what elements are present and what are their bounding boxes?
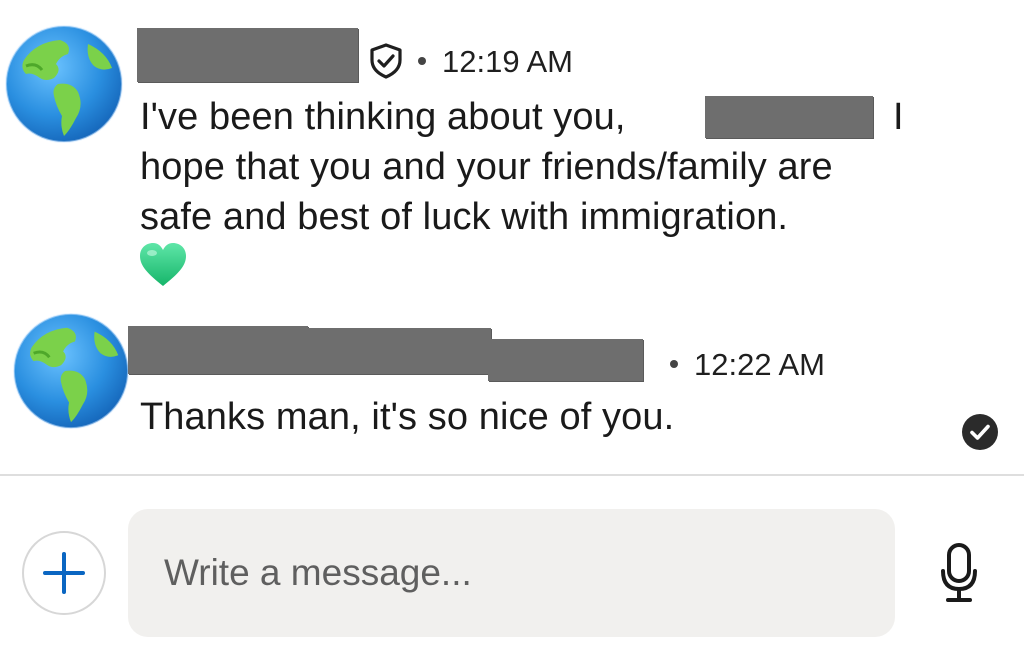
globe-icon: [5, 25, 123, 143]
green-heart-icon[interactable]: [138, 242, 188, 288]
composer-divider: [0, 474, 1024, 476]
globe-icon: [12, 312, 130, 430]
message-line: Thanks man, it's so nice of you.: [140, 396, 675, 438]
attach-button[interactable]: [22, 531, 106, 615]
plus-icon: [41, 550, 87, 596]
message-composer[interactable]: [128, 509, 895, 637]
message-timestamp: 12:22 AM: [694, 346, 825, 382]
redacted-recipient-name: [705, 96, 873, 138]
microphone-icon[interactable]: [940, 543, 978, 603]
message-timestamp: 12:19 AM: [442, 43, 573, 79]
read-check-icon: [961, 413, 999, 451]
shield-check-icon: [368, 43, 404, 79]
message-meta: 12:22 AM: [650, 346, 825, 382]
redacted-sender-name: [488, 339, 643, 381]
message-text-segment: I've been thinking about you,: [140, 96, 626, 138]
redacted-sender-name: [128, 326, 308, 374]
message-text-segment: I: [893, 96, 904, 138]
sender-avatar[interactable]: [10, 310, 132, 432]
separator-dot: [670, 360, 678, 368]
message-line: safe and best of luck with immigration.: [140, 196, 789, 238]
sender-avatar[interactable]: [2, 22, 126, 146]
redacted-sender-name: [137, 28, 358, 82]
redacted-sender-name: [308, 328, 491, 374]
message-line: hope that you and your friends/family ar…: [140, 146, 833, 188]
message-meta: 12:19 AM: [368, 43, 573, 79]
separator-dot: [418, 57, 426, 65]
message-input[interactable]: [162, 551, 895, 595]
message-line: I've been thinking about you,: [140, 92, 626, 142]
